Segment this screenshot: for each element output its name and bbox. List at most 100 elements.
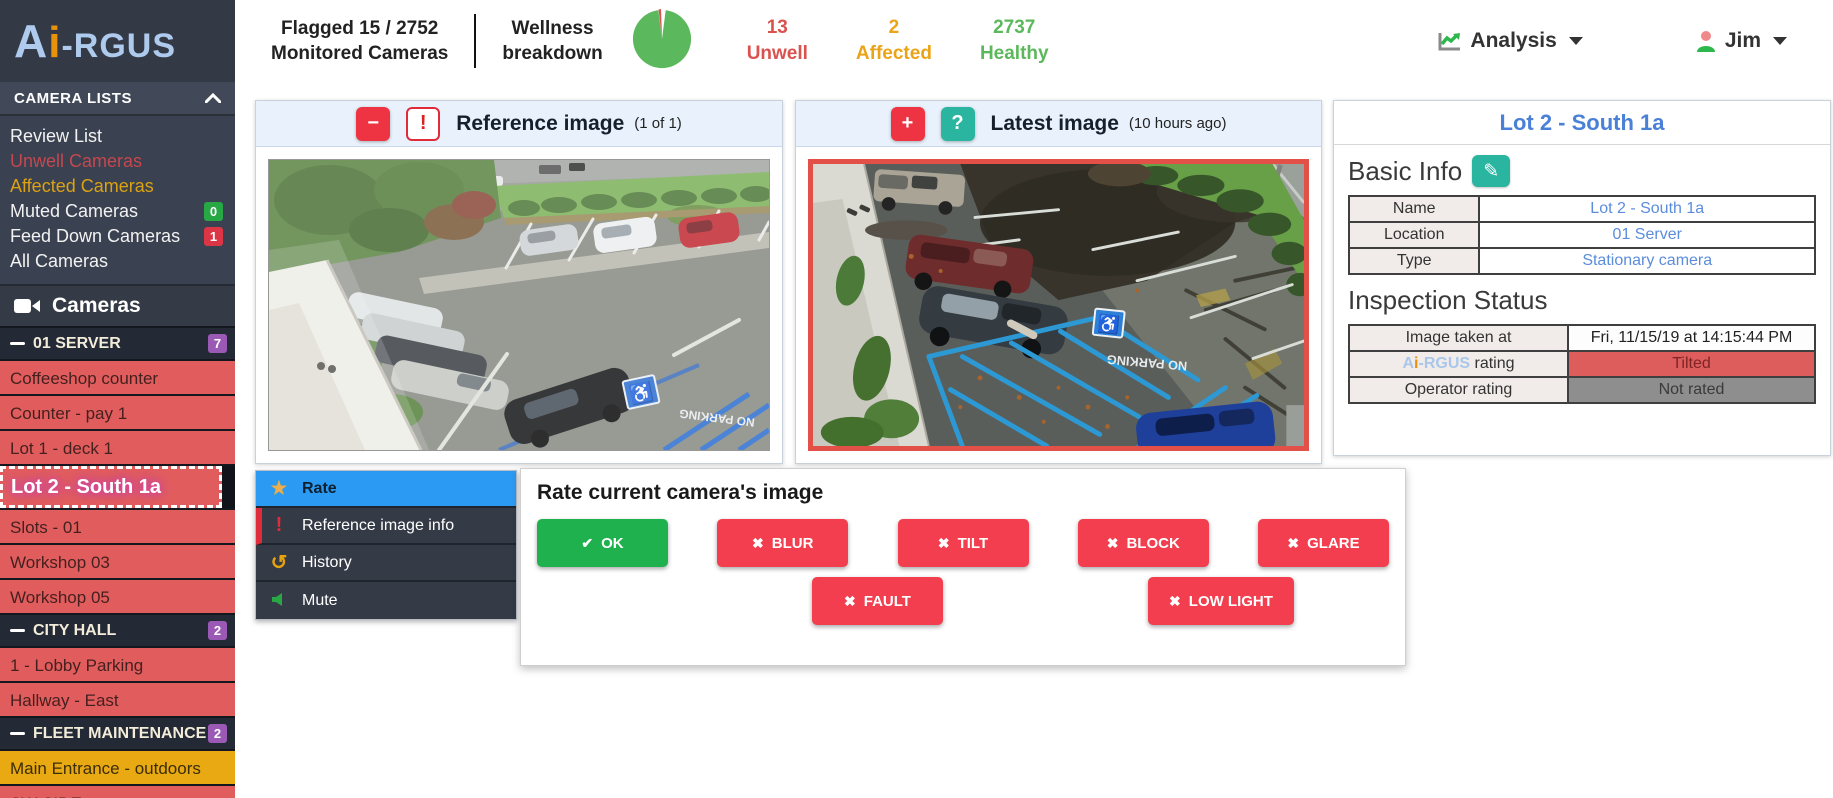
list-feed-down[interactable]: Feed Down Cameras1 (10, 224, 235, 249)
handicap-symbol: ♿ (1097, 313, 1121, 335)
history-icon: ↺ (269, 550, 289, 575)
latest-image: ♿ NO PARKING (808, 159, 1309, 451)
rate-fault-button[interactable]: ✖FAULT (812, 577, 943, 625)
rate-blur-button[interactable]: ✖BLUR (717, 519, 848, 567)
x-icon: ✖ (752, 535, 764, 552)
camera-name-link[interactable]: Lot 2 - South 1a (1590, 200, 1704, 217)
muted-count-badge: 0 (204, 202, 223, 221)
latest-image-title: Latest image (991, 112, 1119, 136)
camera-name-title: Lot 2 - South 1a (1334, 101, 1830, 145)
reference-image-header: − ! Reference image (1 of 1) (256, 101, 782, 147)
caret-down-icon (1569, 37, 1583, 45)
tab-rate[interactable]: ★ Rate (256, 471, 516, 508)
cameras-title: Cameras (52, 294, 141, 318)
latest-image-panel: + ? Latest image (10 hours ago) (795, 100, 1322, 464)
help-button[interactable]: ? (941, 107, 975, 141)
list-muted[interactable]: Muted Cameras0 (10, 199, 235, 224)
check-icon: ✔ (581, 535, 593, 552)
camera-location-link[interactable]: 01 Server (1613, 226, 1682, 243)
list-unwell[interactable]: Unwell Cameras (10, 149, 235, 174)
chevron-up-icon[interactable] (205, 93, 221, 103)
tab-reference-image-info[interactable]: ! Reference image info (256, 508, 516, 545)
list-all[interactable]: All Cameras (10, 249, 235, 274)
reference-alert-button[interactable]: ! (406, 107, 440, 141)
rate-block-button[interactable]: ✖BLOCK (1078, 519, 1209, 567)
collapse-icon (10, 629, 25, 632)
camera-item[interactable]: 1 - Lobby Parking (0, 648, 235, 683)
rate-low-light-button[interactable]: ✖LOW LIGHT (1148, 577, 1294, 625)
rate-glare-button[interactable]: ✖GLARE (1258, 519, 1389, 567)
speaker-icon (269, 590, 289, 611)
exclamation-icon: ! (269, 514, 289, 537)
camera-details-panel: Lot 2 - South 1a Basic Info ✎ Name Lot 2… (1333, 100, 1831, 456)
camera-lists: Review List Unwell Cameras Affected Came… (0, 116, 235, 284)
server-group-city-hall[interactable]: CITY HALL2 (0, 615, 235, 648)
camera-item[interactable]: Workshop 05 (0, 580, 235, 615)
image-taken-at-value: Fri, 11/15/19 at 14:15:44 PM (1568, 325, 1815, 351)
rate-ok-button[interactable]: ✔OK (537, 519, 668, 567)
tab-history[interactable]: ↺ History (256, 545, 516, 582)
tab-mute[interactable]: Mute (256, 582, 516, 619)
inspection-status-heading: Inspection Status (1348, 285, 1547, 316)
pencil-icon: ✎ (1483, 161, 1499, 182)
flagged-summary: Flagged 15 / 2752 Monitored Cameras (271, 16, 448, 66)
camera-item[interactable]: Lot 1 - deck 1 (0, 431, 235, 466)
stat-healthy: 2737 Healthy (980, 15, 1049, 67)
x-icon: ✖ (1107, 535, 1119, 552)
x-icon: ✖ (1287, 535, 1299, 552)
list-review[interactable]: Review List (10, 124, 235, 149)
x-icon: ✖ (938, 535, 950, 552)
cameras-section-header: Cameras (0, 284, 235, 326)
video-camera-icon (14, 298, 40, 314)
camera-item[interactable]: Main Entrance - outdoors (0, 751, 235, 786)
user-name: Jim (1725, 29, 1761, 53)
reference-image: ♿ NO PARKING (268, 159, 770, 451)
camera-item[interactable]: SW SIDE (0, 786, 235, 798)
table-row: Ai-RGUS rating Tilted (1349, 351, 1815, 377)
count-badge: 7 (208, 334, 227, 353)
logo-area[interactable]: Ai-RGUS (0, 0, 235, 82)
camera-item[interactable]: Counter - pay 1 (0, 396, 235, 431)
camera-item[interactable]: Workshop 03 (0, 545, 235, 580)
x-icon: ✖ (1169, 593, 1181, 610)
analysis-label: Analysis (1470, 29, 1556, 53)
main-content: − ! Reference image (1 of 1) (235, 82, 1833, 798)
camera-lists-header[interactable]: CAMERA LISTS (0, 82, 235, 116)
server-group-fleet-maintenance[interactable]: FLEET MAINTENANCE2 (0, 718, 235, 751)
remove-reference-button[interactable]: − (356, 107, 390, 141)
list-affected[interactable]: Affected Cameras (10, 174, 235, 199)
camera-type-link[interactable]: Stationary camera (1582, 252, 1712, 269)
table-row: Operator rating Not rated (1349, 377, 1815, 403)
rate-panel: Rate current camera's image ✔OK ✖BLUR ✖T… (520, 468, 1406, 666)
operator-rating-value: Not rated (1568, 377, 1815, 403)
server-group-01-server[interactable]: 01 SERVER7 (0, 328, 235, 361)
wellness-label: Wellness breakdown (502, 16, 602, 66)
header-divider (474, 14, 476, 68)
feed-down-count-badge: 1 (204, 227, 223, 246)
basic-info-heading: Basic Info (1348, 156, 1462, 187)
stat-affected: 2 Affected (856, 15, 932, 67)
airgus-rating-value: Tilted (1568, 351, 1815, 377)
add-reference-button[interactable]: + (891, 107, 925, 141)
airgus-rating-label: Ai-RGUS rating (1349, 351, 1568, 377)
camera-tabs: ★ Rate ! Reference image info ↺ History … (255, 470, 517, 620)
airgus-logo: Ai-RGUS (14, 14, 176, 68)
stat-unwell: 13 Unwell (747, 15, 808, 67)
count-badge: 2 (208, 724, 227, 743)
rate-panel-title: Rate current camera's image (537, 481, 1389, 505)
rate-tilt-button[interactable]: ✖TILT (898, 519, 1029, 567)
star-icon: ★ (269, 478, 289, 499)
airgus-mini-logo: Ai-RGUS (1402, 355, 1470, 372)
table-row: Name Lot 2 - South 1a (1349, 196, 1815, 222)
camera-item[interactable]: Hallway - East (0, 683, 235, 718)
analysis-menu[interactable]: Analysis (1438, 29, 1582, 53)
top-header: Flagged 15 / 2752 Monitored Cameras Well… (235, 0, 1833, 82)
camera-item-selected[interactable]: Lot 2 - South 1a (0, 466, 235, 510)
wellness-pie-chart (631, 8, 693, 75)
camera-item[interactable]: Coffeeshop counter (0, 361, 235, 396)
camera-item[interactable]: Slots - 01 (0, 510, 235, 545)
inspection-status-table: Image taken at Fri, 11/15/19 at 14:15:44… (1348, 324, 1816, 404)
user-menu[interactable]: Jim (1695, 29, 1787, 53)
latest-image-age: (10 hours ago) (1129, 115, 1227, 132)
edit-basic-info-button[interactable]: ✎ (1472, 155, 1510, 187)
